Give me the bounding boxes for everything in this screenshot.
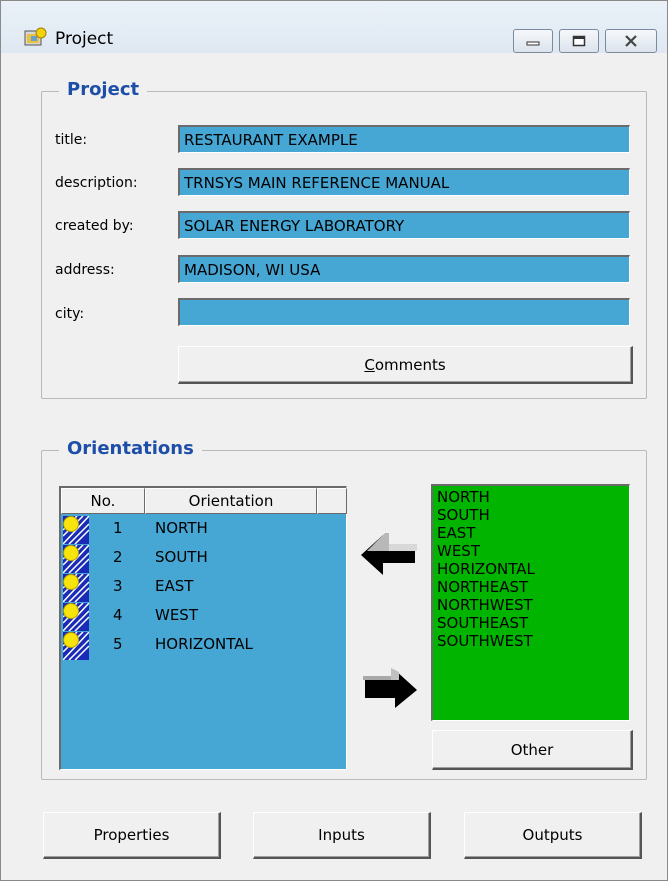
row-number: 1 xyxy=(113,519,123,537)
project-group-title: Project xyxy=(59,79,148,100)
comments-button-label: Comments xyxy=(364,355,446,374)
sun-icon xyxy=(63,632,89,660)
title-bar[interactable]: Project xyxy=(1,1,667,53)
maximize-icon xyxy=(572,35,586,47)
list-item[interactable]: 5 HORIZONTAL xyxy=(61,631,345,660)
address-label: address: xyxy=(55,262,115,278)
available-orientations-list[interactable]: NORTH SOUTH EAST WEST HORIZONTAL NORTHEA… xyxy=(431,484,630,721)
title-field[interactable]: RESTAURANT EXAMPLE xyxy=(178,125,630,153)
column-header-orientation[interactable]: Orientation xyxy=(145,488,317,514)
project-window: Project Project title: RESTAURANT EXAMPL… xyxy=(0,0,668,881)
outputs-button[interactable]: Outputs xyxy=(464,812,642,859)
app-icon xyxy=(24,27,47,46)
row-number: 2 xyxy=(113,548,123,566)
list-item[interactable]: WEST xyxy=(437,542,625,560)
title-label: title: xyxy=(55,132,88,148)
maximize-button[interactable] xyxy=(559,29,599,53)
list-item[interactable]: NORTHWEST xyxy=(437,596,625,614)
arrow-right-icon[interactable] xyxy=(361,666,421,708)
close-button[interactable] xyxy=(605,29,657,53)
row-number: 4 xyxy=(113,606,123,624)
sun-icon xyxy=(63,574,89,602)
created-by-field[interactable]: SOLAR ENERGY LABORATORY xyxy=(178,211,630,239)
orientations-group-title: Orientations xyxy=(59,438,202,459)
selected-orientations-list[interactable]: No. Orientation 1 NORTH 2 SOUTH 3 EAST 4… xyxy=(59,486,347,770)
column-header-no[interactable]: No. xyxy=(61,488,145,514)
sun-icon xyxy=(63,603,89,631)
list-item[interactable]: SOUTHWEST xyxy=(437,632,625,650)
row-number: 5 xyxy=(113,635,123,653)
description-label: description: xyxy=(55,175,138,191)
arrow-left-icon[interactable] xyxy=(359,529,419,577)
window-title: Project xyxy=(55,29,114,49)
list-item[interactable]: 2 SOUTH xyxy=(61,544,345,573)
column-header-empty xyxy=(317,488,347,514)
comments-button[interactable]: Comments xyxy=(178,346,633,384)
list-item[interactable]: NORTHEAST xyxy=(437,578,625,596)
row-orientation: EAST xyxy=(155,577,194,595)
inputs-button[interactable]: Inputs xyxy=(253,812,431,859)
sun-icon xyxy=(63,516,89,544)
close-icon xyxy=(625,35,637,47)
sun-icon xyxy=(63,545,89,573)
row-number: 3 xyxy=(113,577,123,595)
list-item[interactable]: EAST xyxy=(437,524,625,542)
row-orientation: NORTH xyxy=(155,519,208,537)
row-orientation: HORIZONTAL xyxy=(155,635,253,653)
list-item[interactable]: 4 WEST xyxy=(61,602,345,631)
list-item[interactable]: SOUTHEAST xyxy=(437,614,625,632)
properties-button[interactable]: Properties xyxy=(43,812,221,859)
row-orientation: WEST xyxy=(155,606,198,624)
description-field[interactable]: TRNSYS MAIN REFERENCE MANUAL xyxy=(178,168,630,196)
minimize-icon xyxy=(526,41,540,46)
minimize-button[interactable] xyxy=(513,29,553,53)
list-item[interactable]: NORTH xyxy=(437,488,625,506)
other-button[interactable]: Other xyxy=(432,730,633,770)
city-label: city: xyxy=(55,306,85,322)
list-item[interactable]: SOUTH xyxy=(437,506,625,524)
row-orientation: SOUTH xyxy=(155,548,208,566)
address-field[interactable]: MADISON, WI USA xyxy=(178,255,630,283)
list-item[interactable]: 1 NORTH xyxy=(61,515,345,544)
list-item[interactable]: HORIZONTAL xyxy=(437,560,625,578)
city-field[interactable] xyxy=(178,298,630,326)
created-by-label: created by: xyxy=(55,218,134,234)
list-item[interactable]: 3 EAST xyxy=(61,573,345,602)
